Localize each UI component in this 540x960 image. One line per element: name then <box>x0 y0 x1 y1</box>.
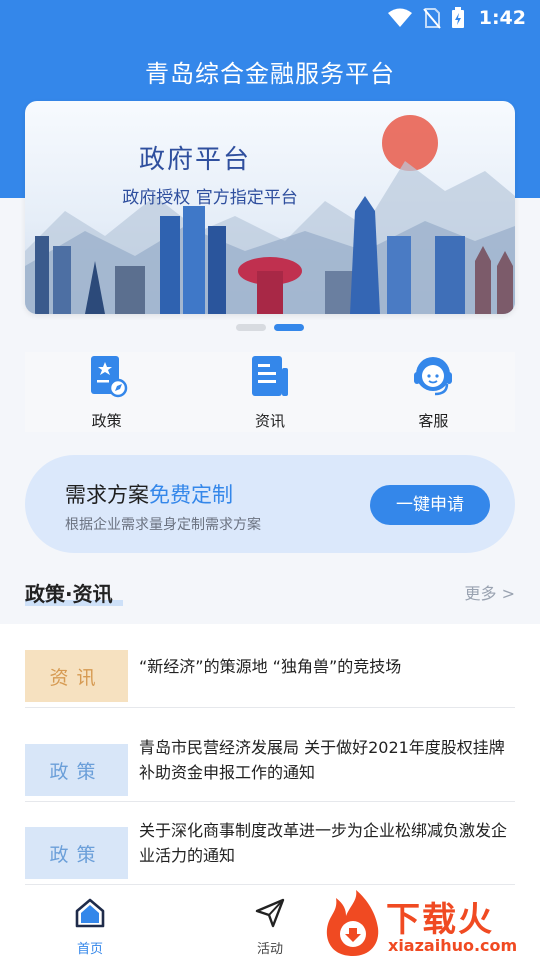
demand-card: 需求方案免费定制 根据企业需求量身定制需求方案 一键申请 <box>25 455 515 553</box>
news-title: 青岛市民营经济发展局 关于做好2021年度股权挂牌补助资金申报工作的通知 <box>139 738 505 782</box>
status-icons: 1:42 <box>387 6 526 30</box>
quick-item-policy[interactable]: 政策 <box>25 352 188 432</box>
wifi-icon <box>387 8 412 27</box>
policy-icon <box>90 356 127 398</box>
nav-label: 首页 <box>76 942 103 957</box>
news-title: “新经济”的策源地 “独角兽”的竞技场 <box>139 656 402 676</box>
status-time: 1:42 <box>478 7 526 29</box>
carousel-dot-active[interactable] <box>274 324 304 331</box>
demand-title-plain: 需求方案 <box>65 483 149 507</box>
nav-label: 活动 <box>256 942 283 957</box>
nav-home[interactable]: 首页 <box>45 896 135 957</box>
news-thumb-info: 资讯 <box>25 650 128 702</box>
demand-title-highlight: 免费定制 <box>149 483 233 507</box>
news-list: 资讯 “新经济”的策源地 “独角兽”的竞技场 政策 青岛市民营经济发展局 关于做… <box>0 624 540 886</box>
news-thumb-policy: 政策 <box>25 827 128 879</box>
watermark-text: 下载火 <box>386 900 494 940</box>
banner-carousel[interactable]: 政府平台 政府授权 官方指定平台 <box>25 101 515 314</box>
watermark: 下载火 xiazaihuo.com <box>322 888 540 960</box>
quick-item-service[interactable]: 客服 <box>352 352 515 432</box>
news-icon <box>251 356 288 396</box>
page-title: 青岛综合金融服务平台 <box>145 60 395 88</box>
quick-menu: 政策 资讯 客服 <box>25 352 515 432</box>
quick-item-label: 资讯 <box>254 412 285 430</box>
nav-activity[interactable]: 活动 <box>225 896 315 957</box>
news-title: 关于深化商事制度改革进一步为企业松绑减负激发企业活力的通知 <box>139 821 508 865</box>
news-item[interactable]: 资讯 “新经济”的策源地 “独角兽”的竞技场 <box>25 624 515 708</box>
banner-subtitle: 政府授权 官方指定平台 <box>122 188 298 208</box>
send-icon <box>255 898 285 928</box>
quick-item-news[interactable]: 资讯 <box>188 352 351 432</box>
apply-button[interactable]: 一键申请 <box>370 485 490 525</box>
home-icon <box>75 898 105 928</box>
news-thumb-policy: 政策 <box>25 744 128 796</box>
section-title: 政策·资讯 <box>25 582 113 606</box>
banner-title: 政府平台 <box>138 145 251 175</box>
status-bar: 1:42 <box>0 0 540 36</box>
battery-charging-icon <box>451 7 464 28</box>
customer-service-icon <box>414 357 453 396</box>
carousel-dot[interactable] <box>236 324 266 331</box>
demand-title: 需求方案免费定制 <box>65 479 233 509</box>
news-item[interactable]: 政策 关于深化商事制度改革进一步为企业松绑减负激发企业活力的通知 <box>25 801 515 885</box>
demand-description: 根据企业需求量身定制需求方案 <box>65 517 261 533</box>
carousel-indicator <box>236 324 304 331</box>
quick-item-label: 政策 <box>91 412 122 430</box>
watermark-url: xiazaihuo.com <box>388 936 518 955</box>
no-sim-icon <box>422 8 441 29</box>
flame-logo-icon <box>326 890 379 956</box>
news-item[interactable]: 政策 青岛市民营经济发展局 关于做好2021年度股权挂牌补助资金申报工作的通知 <box>25 718 515 802</box>
more-link[interactable]: 更多 > <box>465 580 516 604</box>
quick-item-label: 客服 <box>418 412 449 430</box>
